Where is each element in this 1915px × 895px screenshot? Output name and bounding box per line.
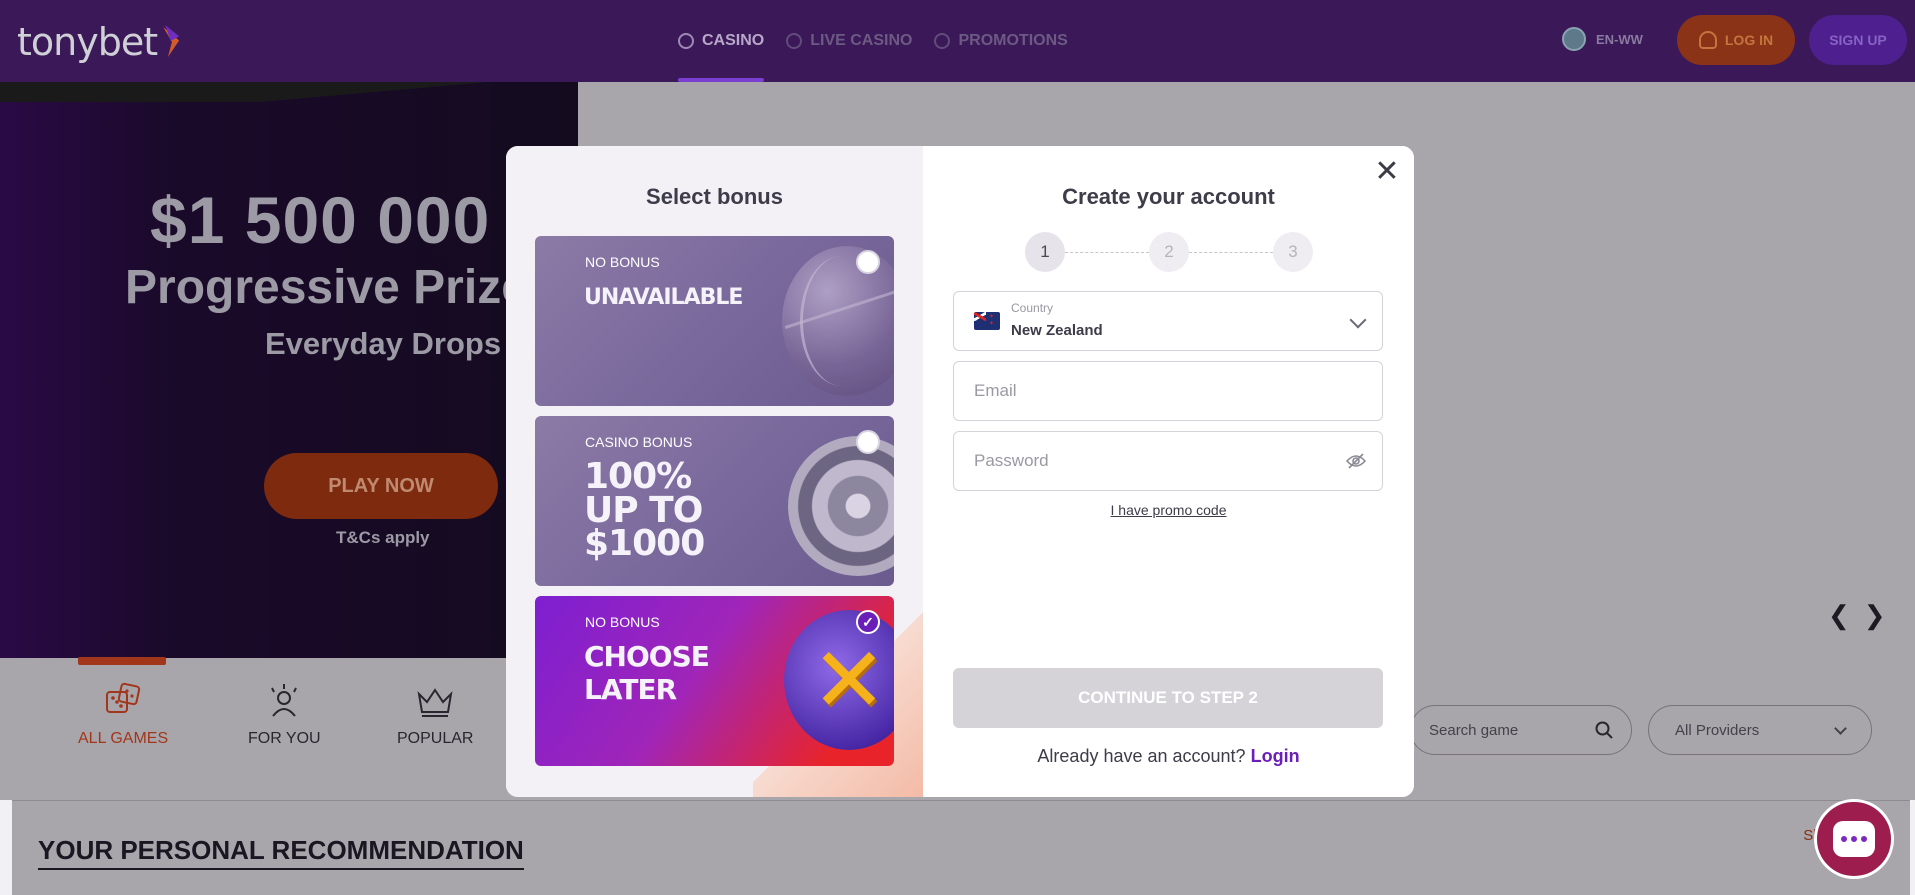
bonus-title: Select bonus	[646, 184, 783, 209]
dice-icon	[103, 682, 143, 720]
language-selector[interactable]: EN-WW	[1562, 27, 1643, 51]
bonus-panel: Select bonus NO BONUS UNAVAILABLE CASINO…	[506, 146, 923, 797]
search-game-input[interactable]: Search game	[1410, 705, 1632, 755]
email-input[interactable]	[954, 362, 1382, 420]
nav-promotions[interactable]: PROMOTIONS	[934, 0, 1068, 82]
crown-icon	[415, 682, 455, 720]
main-nav: CASINO LIVE CASINO PROMOTIONS	[678, 0, 1068, 82]
chat-bubble-icon	[1833, 821, 1875, 857]
bonus-big-title-line: $1000	[584, 523, 705, 564]
nav-promotions-label: PROMOTIONS	[958, 32, 1068, 49]
hero-banner: $1 500 000 Progressive Prizes Everyday D…	[0, 82, 578, 658]
category-label: ALL GAMES	[78, 730, 169, 747]
country-value: New Zealand	[1011, 322, 1103, 339]
prev-arrow-icon[interactable]: ❮	[1828, 600, 1850, 631]
recommendation-title: YOUR PERSONAL RECOMMENDATION	[38, 835, 524, 870]
person-stars-icon	[264, 682, 304, 720]
bonus-label: CASINO BONUS	[585, 434, 693, 450]
hero-prize: Progressive Prizes	[125, 261, 555, 314]
user-icon	[1698, 31, 1717, 49]
category-label: FOR YOU	[248, 730, 321, 747]
step-3: 3	[1273, 232, 1313, 272]
continue-button[interactable]: CONTINUE TO STEP 2	[953, 668, 1383, 728]
category-for-you[interactable]: FOR YOU	[248, 682, 321, 748]
language-label: EN-WW	[1596, 31, 1643, 47]
signup-button[interactable]: SIGN UP	[1809, 15, 1907, 65]
country-label: Country	[1011, 301, 1054, 315]
search-icon	[1595, 721, 1613, 739]
checkmark-icon: ✓	[862, 613, 874, 630]
play-now-button[interactable]: PLAY NOW	[264, 453, 498, 519]
already-text: Already have an account?	[1037, 746, 1246, 766]
email-field[interactable]	[953, 361, 1383, 421]
logo-mark-icon	[161, 25, 183, 59]
hero-drops: Everyday Drops	[265, 326, 502, 361]
password-input[interactable]	[954, 432, 1382, 490]
bonus-big-title-line: LATER	[584, 673, 677, 706]
login-link[interactable]: Login	[1251, 746, 1300, 766]
providers-select[interactable]: All Providers	[1648, 705, 1872, 755]
step-connector	[1065, 252, 1149, 253]
step-2: 2	[1149, 232, 1189, 272]
nz-flag-icon	[974, 312, 1000, 330]
x-mark-icon: ✕	[784, 610, 894, 750]
nav-casino-label: CASINO	[702, 32, 765, 49]
search-placeholder: Search game	[1429, 721, 1519, 739]
chevron-down-icon	[1349, 311, 1367, 329]
promo-code-link[interactable]: I have promo code	[923, 502, 1414, 518]
account-title: Create your account	[1062, 184, 1275, 209]
active-indicator	[78, 657, 166, 665]
globe-icon	[1562, 27, 1586, 51]
live-casino-icon	[786, 33, 803, 49]
recommendation-section: YOUR PERSONAL RECOMMENDATION Show all	[12, 800, 1910, 895]
category-label: POPULAR	[397, 730, 474, 747]
password-field[interactable]	[953, 431, 1383, 491]
registration-modal: Select bonus NO BONUS UNAVAILABLE CASINO…	[506, 146, 1414, 797]
hero-stripe	[0, 82, 578, 102]
category-popular[interactable]: POPULAR	[397, 682, 473, 748]
tonybet-logo[interactable]: tonybet	[17, 20, 183, 64]
step-connector	[1189, 252, 1273, 253]
login-button[interactable]: LOG IN	[1677, 15, 1795, 65]
roulette-icon	[788, 436, 894, 576]
chat-button[interactable]	[1814, 799, 1894, 879]
login-button-label: LOG IN	[1724, 32, 1774, 48]
nav-live-casino-label: LIVE CASINO	[810, 32, 913, 49]
nav-live-casino[interactable]: LIVE CASINO	[786, 0, 912, 82]
top-header: tonybet CASINO LIVE CASINO PROMOTIONS EN…	[0, 0, 1915, 82]
bonus-radio-checked[interactable]: ✓	[856, 610, 880, 634]
step-1: 1	[1025, 232, 1065, 272]
providers-selected: All Providers	[1675, 721, 1760, 739]
country-select[interactable]: Country New Zealand	[953, 291, 1383, 351]
logo-text: tonybet	[17, 20, 158, 64]
bonus-big-title: UNAVAILABLE	[584, 285, 743, 310]
bonus-card-unavailable[interactable]: NO BONUS UNAVAILABLE	[535, 236, 894, 406]
chevron-down-icon	[1834, 721, 1847, 735]
bonus-radio[interactable]	[856, 430, 880, 454]
account-panel: ✕ Create your account 1 2 3 Country New …	[923, 146, 1414, 797]
bonus-card-choose-later[interactable]: ✕ NO BONUS CHOOSE LATER ✓	[535, 596, 894, 766]
next-arrow-icon[interactable]: ❯	[1864, 600, 1886, 631]
eye-off-icon[interactable]	[1346, 453, 1366, 469]
hero-tcs: T&Cs apply	[336, 528, 430, 547]
bonus-label: NO BONUS	[585, 254, 660, 270]
bonus-card-casino[interactable]: CASINO BONUS 100% UP TO $1000	[535, 416, 894, 586]
bonus-label: NO BONUS	[585, 614, 660, 630]
signup-button-label: SIGN UP	[1829, 32, 1887, 48]
bonus-big-title-line: CHOOSE	[584, 640, 710, 673]
already-account: Already have an account? Login	[923, 746, 1414, 767]
slider-arrows: ❮ ❯	[1828, 600, 1886, 631]
casino-icon	[678, 33, 694, 49]
step-indicator: 1 2 3	[1025, 232, 1315, 272]
promotions-icon	[934, 33, 951, 49]
bonus-radio[interactable]	[856, 250, 880, 274]
nav-casino[interactable]: CASINO	[678, 0, 765, 82]
category-all-games[interactable]: ALL GAMES	[78, 657, 169, 748]
hero-amount: $1 500 000	[150, 183, 491, 257]
